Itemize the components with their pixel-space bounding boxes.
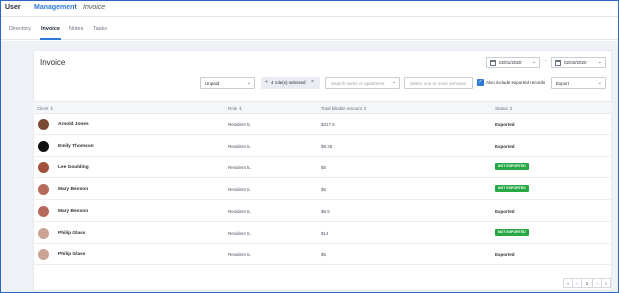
column-header-role[interactable]: Role ⇕ — [228, 106, 242, 112]
client-name[interactable]: Mary Benson — [58, 187, 88, 192]
avatar — [38, 249, 49, 261]
date-from-value: 02/01/2020 — [499, 60, 522, 65]
client-role: Resident IL — [228, 143, 251, 149]
status-badge: NOT EXPORTED — [495, 228, 529, 236]
services-select[interactable]: Select one or more services — [404, 77, 473, 89]
table-row[interactable]: Emily Thomson Resident IL $9.25 Exported — [33, 136, 612, 157]
breadcrumb-separator-icon: › — [74, 3, 77, 10]
client-name[interactable]: Mary Benson — [58, 209, 88, 214]
billable-amount: $5 — [321, 252, 327, 258]
avatar — [38, 119, 49, 130]
search-placeholder: Search name or apartment — [331, 81, 385, 86]
status-text: Exported — [495, 208, 515, 214]
tab-tasks[interactable]: Tasks — [93, 26, 107, 32]
column-header-client[interactable]: Client ⇕ — [37, 106, 54, 112]
chevron-down-icon: ⌄ — [391, 79, 396, 85]
services-placeholder: Select one or more services — [410, 81, 466, 86]
breadcrumb-current: Invoice — [83, 4, 106, 11]
client-name[interactable]: Philip Glass — [58, 252, 85, 257]
tab-directory[interactable]: Directory — [9, 26, 31, 32]
billable-amount: $5 — [321, 165, 327, 171]
chevron-down-icon: ⌄ — [531, 59, 536, 65]
date-range-separator: - — [545, 58, 547, 64]
roles-filter-chip[interactable]: + 4 role(s) selected × — [261, 77, 320, 89]
chevron-down-icon: ⌄ — [597, 59, 602, 65]
status-text: Exported — [495, 122, 515, 127]
breadcrumb-management[interactable]: Management — [34, 4, 77, 11]
client-role: Resident IL — [228, 252, 251, 258]
avatar — [38, 140, 49, 152]
chevron-down-icon: ⌄ — [597, 80, 602, 86]
status-badge: NOT EXPORTED — [495, 185, 529, 193]
client-name[interactable]: Philip Glass — [58, 231, 85, 236]
table-row[interactable]: Mary Benson Resident IL $5 NOT EXPORTED — [33, 179, 612, 201]
avatar — [38, 184, 49, 196]
client-name[interactable]: Lee Goulding — [58, 165, 89, 170]
billable-amount: $317.5 — [321, 122, 335, 127]
client-role: Resident IL — [228, 165, 251, 171]
include-exported-checkbox[interactable]: ✓ — [477, 79, 484, 86]
tab-notes[interactable]: Notes — [69, 26, 83, 32]
app-title: User — [5, 4, 21, 11]
date-to-value: 02/03/2020 — [564, 60, 587, 65]
calendar-icon — [490, 60, 496, 66]
tab-invoice[interactable]: Invoice — [41, 26, 60, 32]
calendar-icon — [555, 60, 561, 66]
tab-bar: Directory Invoice Notes Tasks — [1, 18, 618, 40]
plus-icon: + — [265, 79, 268, 85]
table-row[interactable]: Philip Glass Resident IL $5 Exported — [33, 244, 612, 266]
column-header-status[interactable]: Status ⇕ — [495, 106, 513, 112]
active-tab-indicator — [40, 38, 61, 40]
close-icon[interactable]: × — [311, 79, 314, 85]
date-from-picker[interactable]: 02/01/2020 ⌄ — [486, 57, 540, 68]
avatar — [38, 162, 49, 174]
table-row[interactable]: Arnold Jones Resident IL $317.5 Exported — [33, 114, 612, 135]
avatar — [38, 227, 49, 239]
status-text: Exported — [495, 143, 515, 149]
roles-chip-label: 4 role(s) selected — [271, 80, 306, 85]
client-name[interactable]: Emily Thomson — [58, 144, 94, 149]
table-row[interactable]: Lee Goulding Resident IL $5 NOT EXPORTED — [33, 157, 612, 179]
billable-amount: $9.25 — [321, 143, 333, 149]
table-row[interactable]: Mary Benson Resident IL $8.5 Exported — [33, 201, 612, 222]
last-page-button[interactable]: » — [601, 278, 611, 288]
client-role: Resident IL — [228, 230, 251, 236]
top-bar: User Management › Invoice — [1, 1, 618, 17]
client-name[interactable]: Arnold Jones — [58, 122, 89, 127]
export-select-label: Export — [556, 81, 570, 86]
billable-amount: $14 — [321, 230, 329, 236]
status-text: Exported — [495, 252, 515, 258]
export-select[interactable]: Export ⌄ — [551, 77, 606, 89]
avatar — [38, 205, 49, 217]
client-role: Resident IL — [228, 187, 251, 193]
client-role: Resident IL — [228, 122, 251, 127]
billable-amount: $5 — [321, 187, 327, 193]
table-row[interactable]: Philip Glass Resident IL $14 NOT EXPORTED — [33, 223, 612, 244]
date-to-picker[interactable]: 02/03/2020 ⌄ — [551, 57, 606, 68]
include-exported-label: Also include exported records — [486, 80, 546, 85]
status-select-value: Unpaid — [205, 81, 220, 86]
table-header: Client ⇕ Role ⇕ Total billable amount ⇕ … — [33, 101, 612, 114]
client-role: Resident IL — [228, 208, 251, 214]
status-select[interactable]: Unpaid ⌄ — [200, 77, 255, 89]
chevron-down-icon: ⌄ — [246, 80, 251, 86]
column-header-amount[interactable]: Total billable amount ⇕ — [321, 106, 367, 112]
status-badge: NOT EXPORTED — [495, 163, 529, 171]
search-input[interactable]: Search name or apartment ⌄ — [325, 77, 400, 89]
page-title: Invoice — [40, 58, 66, 67]
billable-amount: $8.5 — [321, 208, 330, 214]
